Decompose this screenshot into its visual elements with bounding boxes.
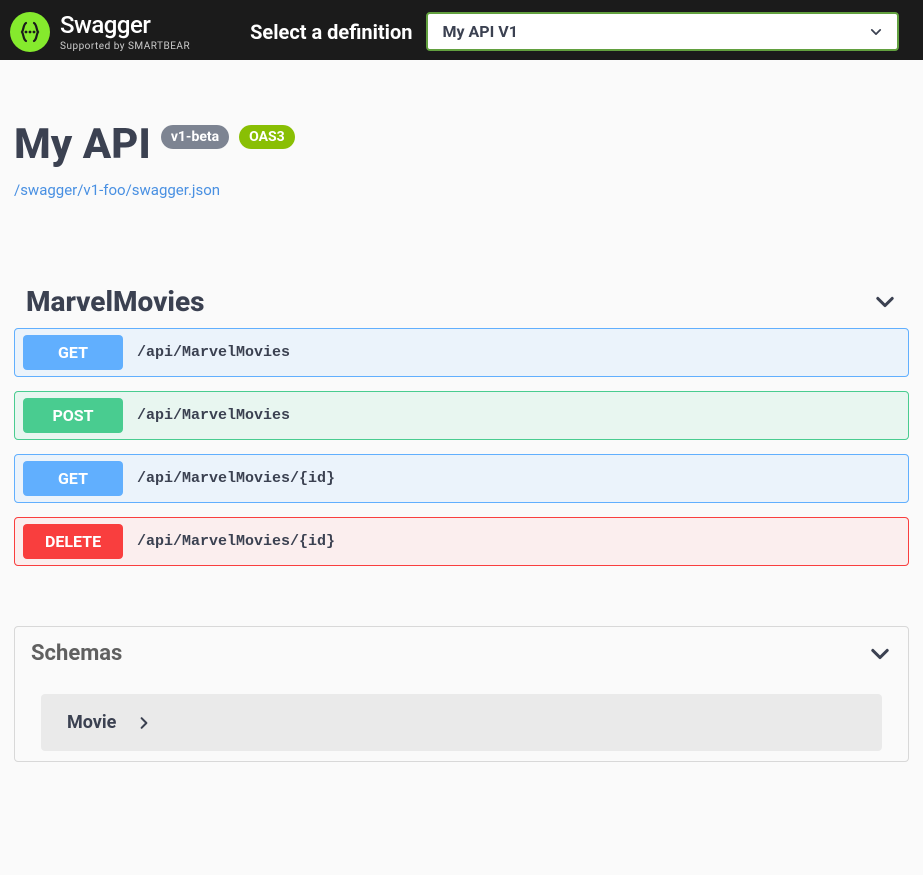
api-title: My API (14, 120, 151, 169)
schemas-section: Schemas Movie (14, 626, 909, 762)
spec-url-link[interactable]: /swagger/v1-foo/swagger.json (14, 181, 909, 199)
chevron-right-icon (136, 715, 152, 731)
operation-row[interactable]: GET /api/MarvelMovies/{id} (14, 454, 909, 503)
schema-name: Movie (67, 712, 116, 733)
definition-select-value: My API V1 (442, 22, 517, 41)
swagger-logo-icon (10, 12, 50, 52)
operation-row[interactable]: GET /api/MarvelMovies (14, 328, 909, 377)
version-badge: v1-beta (161, 125, 229, 149)
operation-path: /api/MarvelMovies/{id} (137, 533, 335, 550)
http-method-badge: DELETE (23, 524, 123, 559)
schemas-title: Schemas (31, 641, 122, 666)
definition-select-label: Select a definition (250, 20, 412, 44)
operation-path: /api/MarvelMovies (137, 407, 290, 424)
tag-section: MarvelMovies GET /api/MarvelMovies POST … (14, 279, 909, 566)
http-method-badge: POST (23, 398, 123, 433)
schema-item[interactable]: Movie (41, 694, 882, 751)
brand-name: Swagger (60, 11, 190, 39)
operation-row[interactable]: POST /api/MarvelMovies (14, 391, 909, 440)
operation-path: /api/MarvelMovies/{id} (137, 470, 335, 487)
operation-row[interactable]: DELETE /api/MarvelMovies/{id} (14, 517, 909, 566)
main-content: My API v1-beta OAS3 /swagger/v1-foo/swag… (0, 60, 923, 782)
tag-header[interactable]: MarvelMovies (14, 279, 909, 328)
http-method-badge: GET (23, 461, 123, 496)
definition-select[interactable]: My API V1 (426, 12, 899, 51)
api-title-row: My API v1-beta OAS3 (14, 120, 909, 169)
swagger-logo[interactable]: Swagger Supported by SMARTBEAR (10, 11, 190, 52)
http-method-badge: GET (23, 335, 123, 370)
brand-subtitle: Supported by SMARTBEAR (60, 41, 190, 52)
oas-badge: OAS3 (239, 125, 295, 149)
operation-path: /api/MarvelMovies (137, 344, 290, 361)
tag-name: MarvelMovies (26, 285, 205, 318)
topbar: Swagger Supported by SMARTBEAR Select a … (0, 0, 923, 60)
schemas-header[interactable]: Schemas (15, 627, 908, 680)
chevron-down-icon (868, 642, 892, 666)
chevron-down-icon (873, 290, 897, 314)
chevron-down-icon (869, 25, 883, 39)
